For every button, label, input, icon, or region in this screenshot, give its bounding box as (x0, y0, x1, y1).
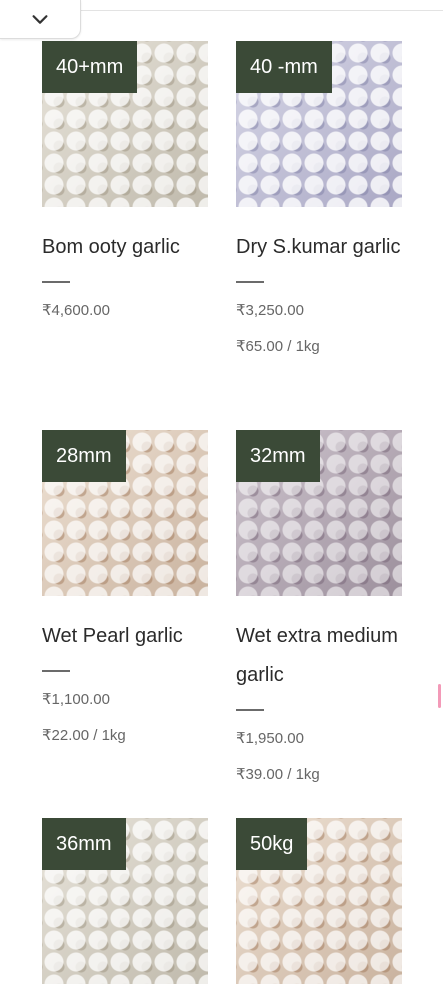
title-divider (236, 709, 264, 711)
product-price: ₹3,250.00 (236, 302, 304, 319)
product-title[interactable]: Dry S.kumar garlic (236, 228, 402, 267)
product-card[interactable]: 36mm (42, 818, 208, 984)
product-title[interactable]: Wet extra medium garlic (236, 617, 402, 695)
product-title[interactable]: Wet Pearl garlic (42, 617, 208, 656)
product-title[interactable]: Bom ooty garlic (42, 228, 208, 267)
scroll-indicator[interactable] (438, 684, 441, 708)
chevron-down-icon (32, 15, 48, 24)
unit-price: ₹39.00 / 1kg (236, 766, 320, 783)
title-divider (42, 281, 70, 283)
product-price: ₹1,100.00 (42, 691, 110, 708)
product-card[interactable]: 40+mm Bom ooty garlic ₹4,600.00 (42, 41, 208, 321)
title-divider (236, 281, 264, 283)
product-price: ₹1,950.00 (236, 730, 304, 747)
product-card[interactable]: 50kg (236, 818, 402, 984)
size-badge: 50kg (236, 818, 308, 870)
size-badge: 28mm (42, 430, 126, 482)
product-image[interactable]: 40 -mm (236, 41, 402, 207)
collapse-toggle-button[interactable] (0, 0, 81, 39)
size-badge: 40+mm (42, 41, 138, 93)
product-image[interactable]: 40+mm (42, 41, 208, 207)
product-image[interactable]: 50kg (236, 818, 402, 984)
size-badge: 36mm (42, 818, 126, 870)
product-card[interactable]: 28mm Wet Pearl garlic ₹1,100.00 ₹22.00 /… (42, 430, 208, 746)
product-image[interactable]: 32mm (236, 430, 402, 596)
size-badge: 32mm (236, 430, 320, 482)
product-card[interactable]: 32mm Wet extra medium garlic ₹1,950.00 ₹… (236, 430, 402, 785)
unit-price: ₹22.00 / 1kg (42, 727, 126, 744)
product-price: ₹4,600.00 (42, 302, 110, 319)
product-image[interactable]: 36mm (42, 818, 208, 984)
title-divider (42, 670, 70, 672)
product-image[interactable]: 28mm (42, 430, 208, 596)
product-card[interactable]: 40 -mm Dry S.kumar garlic ₹3,250.00 ₹65.… (236, 41, 402, 357)
unit-price: ₹65.00 / 1kg (236, 338, 320, 355)
size-badge: 40 -mm (236, 41, 332, 93)
